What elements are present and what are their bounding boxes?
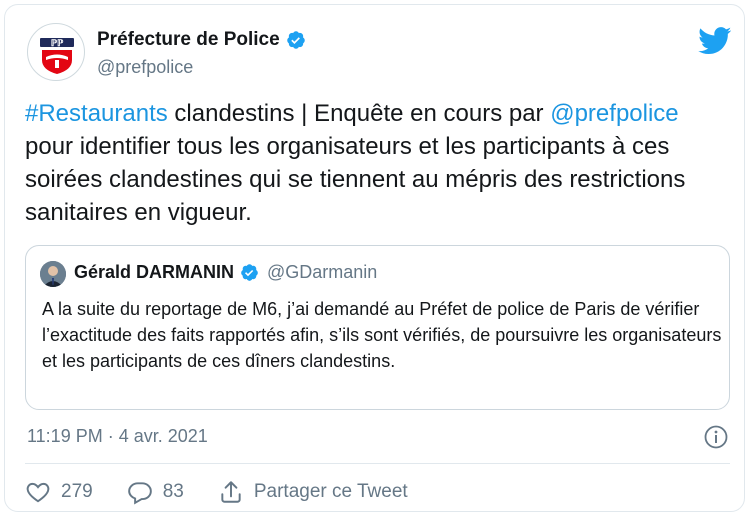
tweet-timestamp[interactable]: 11:19 PM · 4 avr. 2021 [27, 426, 208, 447]
quoted-tweet[interactable]: Gérald DARMANIN @GDarmanin A la suite du… [25, 245, 730, 410]
quoted-header: Gérald DARMANIN @GDarmanin [74, 262, 377, 283]
hashtag-link[interactable]: #Restaurants [25, 100, 168, 127]
tweet-text-part-2: pour identifier tous les organisateurs e… [25, 133, 686, 226]
person-avatar-icon [40, 261, 66, 287]
verified-badge-icon [241, 264, 258, 281]
reply-button[interactable]: 83 [127, 479, 184, 505]
like-button[interactable]: 279 [25, 479, 93, 505]
info-icon[interactable] [703, 424, 729, 450]
verified-badge-icon [286, 31, 305, 49]
author-handle[interactable]: @prefpolice [97, 57, 306, 78]
svg-text:ℙℙ: ℙℙ [51, 38, 64, 48]
heart-icon [26, 482, 50, 503]
tweet-text: #Restaurants clandestins | Enquête en co… [25, 97, 725, 229]
author-block: Préfecture de Police @prefpolice [97, 29, 306, 78]
prefecture-logo-icon: ℙℙ [31, 27, 83, 79]
quoted-author-name: Gérald DARMANIN [74, 262, 235, 282]
mention-link[interactable]: @prefpolice [550, 100, 678, 127]
author-name[interactable]: Préfecture de Police [97, 29, 280, 51]
reply-count: 83 [162, 481, 184, 502]
actions-divider [25, 463, 730, 464]
twitter-bird-icon[interactable] [698, 27, 732, 55]
share-label: Partager ce Tweet [253, 481, 408, 502]
action-bar: 279 83 Partager ce Tweet [25, 479, 442, 505]
reply-icon [127, 482, 152, 505]
quoted-text: A la suite du reportage de M6, j’ai dema… [42, 299, 722, 371]
tweet-text-part-1: clandestins | Enquête en cours par [167, 100, 551, 127]
tweet-card: ℙℙ Préfecture de Police @prefpolice #Res… [4, 4, 745, 512]
quoted-author-handle: @GDarmanin [267, 262, 378, 282]
share-button[interactable]: Partager ce Tweet [218, 479, 408, 505]
like-count: 279 [61, 481, 93, 502]
share-icon [221, 481, 241, 503]
prefecture-logo-avatar[interactable]: ℙℙ [27, 23, 85, 81]
quoted-avatar[interactable] [40, 261, 66, 287]
